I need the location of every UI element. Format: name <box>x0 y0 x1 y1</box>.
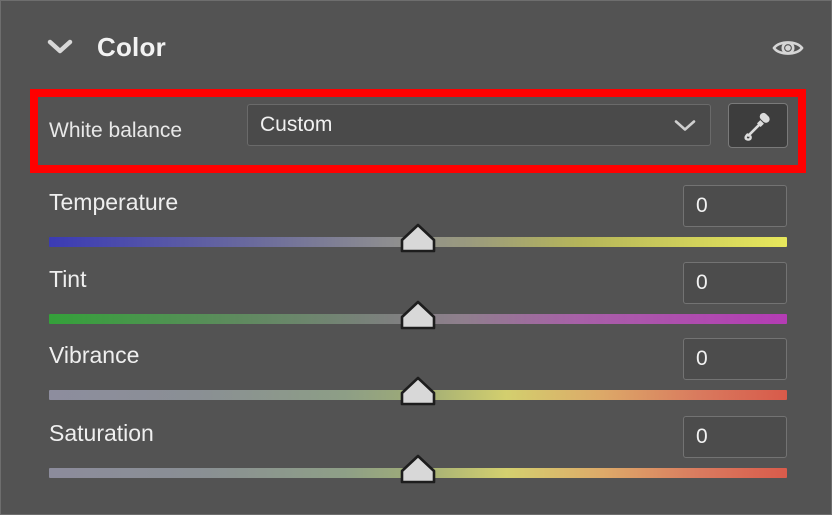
slider-label: Temperature <box>49 189 179 215</box>
eyedropper-icon <box>744 112 770 141</box>
value-input-tint[interactable]: 0 <box>683 262 787 304</box>
color-panel: Color White balance Custom Temperature 0… <box>0 0 832 515</box>
slider-row-temperature: Temperature 0 <box>1 185 832 265</box>
slider-handle[interactable] <box>399 223 437 253</box>
slider-track-wrap[interactable] <box>49 223 787 253</box>
chevron-down-icon[interactable] <box>45 32 75 62</box>
slider-track-wrap[interactable] <box>49 376 787 406</box>
value-text: 0 <box>696 271 708 294</box>
slider-row-vibrance: Vibrance 0 <box>1 338 832 418</box>
value-text: 0 <box>696 347 708 370</box>
white-balance-select[interactable]: Custom <box>247 104 711 146</box>
page-title: Color <box>97 32 166 62</box>
white-balance-selected-value: Custom <box>260 113 333 136</box>
slider-label: Saturation <box>49 420 154 446</box>
slider-row-saturation: Saturation 0 <box>1 416 832 496</box>
chevron-down-icon <box>674 119 696 132</box>
value-text: 0 <box>696 425 708 448</box>
slider-label: Tint <box>49 266 87 292</box>
white-balance-label: White balance <box>49 119 183 142</box>
white-balance-row: White balance Custom <box>1 101 832 161</box>
value-input-temperature[interactable]: 0 <box>683 185 787 227</box>
slider-track-wrap[interactable] <box>49 300 787 330</box>
value-text: 0 <box>696 194 708 217</box>
slider-track-wrap[interactable] <box>49 454 787 484</box>
eye-icon[interactable] <box>771 31 805 65</box>
slider-label: Vibrance <box>49 342 140 368</box>
value-input-vibrance[interactable]: 0 <box>683 338 787 380</box>
eyedropper-button[interactable] <box>728 103 788 148</box>
slider-row-tint: Tint 0 <box>1 262 832 342</box>
panel-header: Color <box>1 19 832 75</box>
slider-handle[interactable] <box>399 454 437 484</box>
value-input-saturation[interactable]: 0 <box>683 416 787 458</box>
slider-handle[interactable] <box>399 300 437 330</box>
slider-handle[interactable] <box>399 376 437 406</box>
